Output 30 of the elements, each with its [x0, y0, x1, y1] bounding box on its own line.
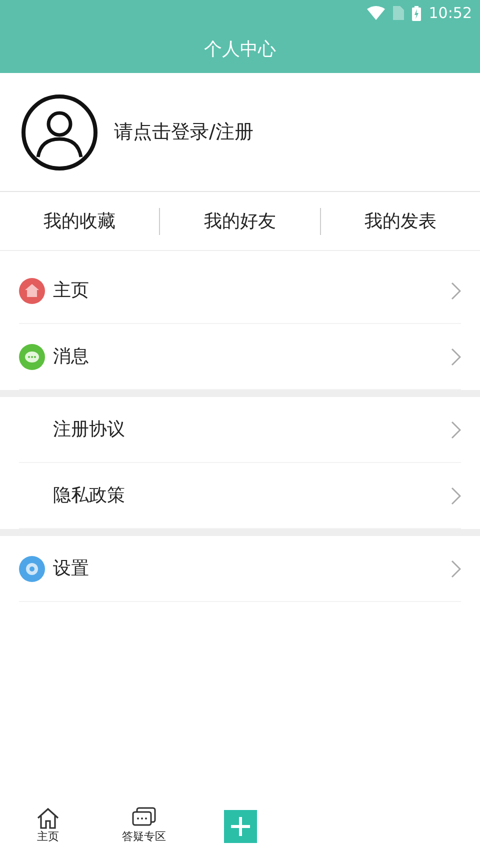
menu-item[interactable]: 主页	[19, 258, 461, 323]
gear-icon	[19, 556, 45, 582]
login-row[interactable]: 请点击登录/注册	[0, 73, 480, 192]
avatar-icon	[21, 94, 98, 170]
home-icon	[36, 806, 60, 829]
wifi-icon	[366, 6, 385, 20]
add-button[interactable]	[224, 810, 256, 842]
login-prompt: 请点击登录/注册	[114, 120, 254, 145]
quick-link[interactable]: 我的发表	[364, 208, 436, 234]
menu-item[interactable]: 消息	[19, 324, 461, 389]
chat-bubble-icon	[19, 344, 45, 370]
chevron-right-icon	[451, 420, 461, 438]
chat-icon	[132, 806, 156, 829]
chevron-right-icon	[451, 282, 461, 300]
no-sim-icon	[392, 6, 404, 20]
menu-item[interactable]: 设置	[19, 536, 461, 601]
chevron-right-icon	[451, 560, 461, 578]
menu-item[interactable]: 注册协议	[19, 397, 461, 462]
nav-tab[interactable]: 答疑专区	[96, 806, 192, 846]
quick-link[interactable]: 我的收藏	[44, 208, 116, 234]
chevron-right-icon	[451, 348, 461, 366]
house-icon	[19, 278, 45, 304]
status-time: 10:52	[428, 2, 472, 24]
menu-item[interactable]: 隐私政策	[19, 463, 461, 528]
quick-link[interactable]: 我的好友	[204, 208, 276, 234]
page-title: 个人中心	[204, 38, 276, 62]
chevron-right-icon	[451, 486, 461, 504]
plus-icon	[230, 816, 250, 836]
battery-charging-icon	[412, 6, 421, 20]
nav-tab[interactable]: 主页	[0, 806, 96, 846]
